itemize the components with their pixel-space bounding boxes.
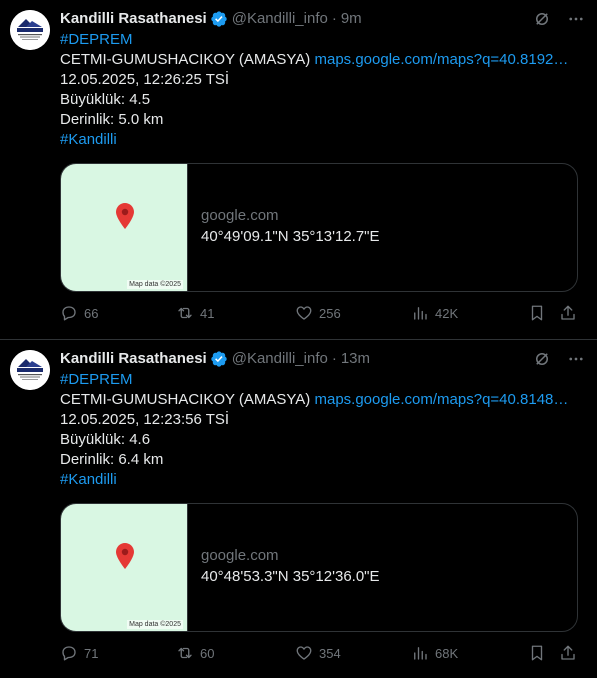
repost-icon — [178, 647, 192, 659]
repost-icon — [178, 307, 192, 319]
share-button[interactable] — [559, 643, 577, 663]
card-text: google.com 40°48'53.3"N 35°12'36.0"E — [201, 546, 380, 587]
hashtag-link[interactable]: #Kandilli — [60, 471, 117, 488]
more-icon[interactable] — [567, 10, 585, 28]
repost-count: 41 — [200, 305, 215, 321]
hashtag-link[interactable]: #DEPREM — [60, 31, 133, 48]
depth-text: Derinlik: 5.0 km — [60, 111, 164, 128]
reply-button[interactable]: 71 — [60, 643, 98, 663]
location-text: CETMI-GUMUSHACIKOY (AMASYA) — [60, 391, 311, 408]
reply-button[interactable]: 66 — [60, 303, 98, 323]
author-name[interactable]: Kandilli Rasathanesi — [60, 349, 207, 369]
tweet-actions: 66 41 256 42K — [60, 303, 580, 323]
tweet-actions: 71 60 354 68K — [60, 643, 580, 663]
more-icon[interactable] — [567, 350, 585, 368]
map-pin-icon — [116, 543, 134, 569]
kandilli-logo-icon — [10, 10, 50, 50]
bookmark-button[interactable] — [528, 643, 546, 663]
avatar[interactable] — [10, 10, 50, 50]
share-icon — [561, 305, 575, 320]
card-domain: google.com — [201, 207, 279, 224]
views-button[interactable]: 42K — [411, 303, 458, 323]
like-button[interactable]: 354 — [295, 643, 341, 663]
bookmark-button[interactable] — [528, 303, 546, 323]
author-name[interactable]: Kandilli Rasathanesi — [60, 9, 207, 29]
timeline: Kandilli Rasathanesi @Kandilli_info · 9m… — [0, 0, 597, 678]
bookmark-icon — [531, 645, 543, 661]
reply-icon — [62, 646, 76, 661]
hashtag-link[interactable]: #Kandilli — [60, 131, 117, 148]
magnitude-text: Büyüklük: 4.5 — [60, 91, 151, 108]
map-thumbnail: Map data ©2025 — [61, 164, 188, 291]
link-card[interactable]: Map data ©2025 google.com 40°49'09.1"N 3… — [60, 163, 578, 292]
reply-count: 71 — [84, 645, 99, 661]
card-domain: google.com — [201, 547, 279, 564]
view-count: 68K — [435, 645, 459, 661]
grok-icon[interactable] — [533, 10, 551, 28]
magnitude-text: Büyüklük: 4.6 — [60, 431, 151, 448]
tweet-text: #DEPREM CETMI-GUMUSHACIKOY (AMASYA) maps… — [60, 370, 580, 490]
header-actions — [533, 349, 585, 369]
map-thumbnail: Map data ©2025 — [61, 504, 188, 631]
repost-button[interactable]: 41 — [176, 303, 214, 323]
grok-icon[interactable] — [533, 350, 551, 368]
verified-badge-icon — [211, 11, 227, 27]
tweet-header: Kandilli Rasathanesi @Kandilli_info · 13… — [60, 349, 585, 369]
location-text: CETMI-GUMUSHACIKOY (AMASYA) — [60, 51, 311, 68]
heart-icon — [296, 306, 312, 320]
kandilli-logo-icon — [10, 350, 50, 390]
share-icon — [561, 645, 575, 660]
avatar[interactable] — [10, 350, 50, 390]
timestamp[interactable]: 13m — [341, 349, 370, 369]
map-credit: Map data ©2025 — [127, 620, 183, 629]
like-button[interactable]: 256 — [295, 303, 341, 323]
repost-button[interactable]: 60 — [176, 643, 214, 663]
card-text: google.com 40°49'09.1"N 35°13'12.7"E — [201, 206, 380, 247]
reply-icon — [62, 306, 76, 321]
link-card[interactable]: Map data ©2025 google.com 40°48'53.3"N 3… — [60, 503, 578, 632]
separator: · — [331, 350, 337, 367]
separator: · — [331, 10, 337, 27]
share-button[interactable] — [559, 303, 577, 323]
like-count: 354 — [319, 645, 341, 661]
datetime-text: 12.05.2025, 12:26:25 TSİ — [60, 71, 230, 88]
map-credit: Map data ©2025 — [127, 280, 183, 289]
card-coordinates: 40°49'09.1"N 35°13'12.7"E — [201, 228, 380, 245]
tweet[interactable]: Kandilli Rasathanesi @Kandilli_info · 13… — [0, 340, 597, 678]
views-icon — [414, 307, 427, 320]
author-handle[interactable]: @Kandilli_info — [232, 349, 328, 369]
depth-text: Derinlik: 6.4 km — [60, 451, 164, 468]
hashtag-link[interactable]: #DEPREM — [60, 371, 133, 388]
map-pin-icon — [116, 203, 134, 229]
maps-link[interactable]: maps.google.com/maps?q=40.8148… — [314, 391, 568, 408]
datetime-text: 12.05.2025, 12:23:56 TSİ — [60, 411, 230, 428]
verified-badge-icon — [211, 351, 227, 367]
tweet-text: #DEPREM CETMI-GUMUSHACIKOY (AMASYA) maps… — [60, 30, 580, 150]
heart-icon — [296, 646, 312, 660]
tweet[interactable]: Kandilli Rasathanesi @Kandilli_info · 9m… — [0, 0, 597, 340]
view-count: 42K — [435, 305, 459, 321]
bookmark-icon — [531, 305, 543, 321]
repost-count: 60 — [200, 645, 215, 661]
maps-link[interactable]: maps.google.com/maps?q=40.8192… — [314, 51, 568, 68]
views-icon — [414, 647, 427, 660]
tweet-header: Kandilli Rasathanesi @Kandilli_info · 9m — [60, 9, 585, 29]
reply-count: 66 — [84, 305, 99, 321]
header-actions — [533, 9, 585, 29]
like-count: 256 — [319, 305, 341, 321]
views-button[interactable]: 68K — [411, 643, 458, 663]
timestamp[interactable]: 9m — [341, 9, 362, 29]
card-coordinates: 40°48'53.3"N 35°12'36.0"E — [201, 568, 380, 585]
author-handle[interactable]: @Kandilli_info — [232, 9, 328, 29]
